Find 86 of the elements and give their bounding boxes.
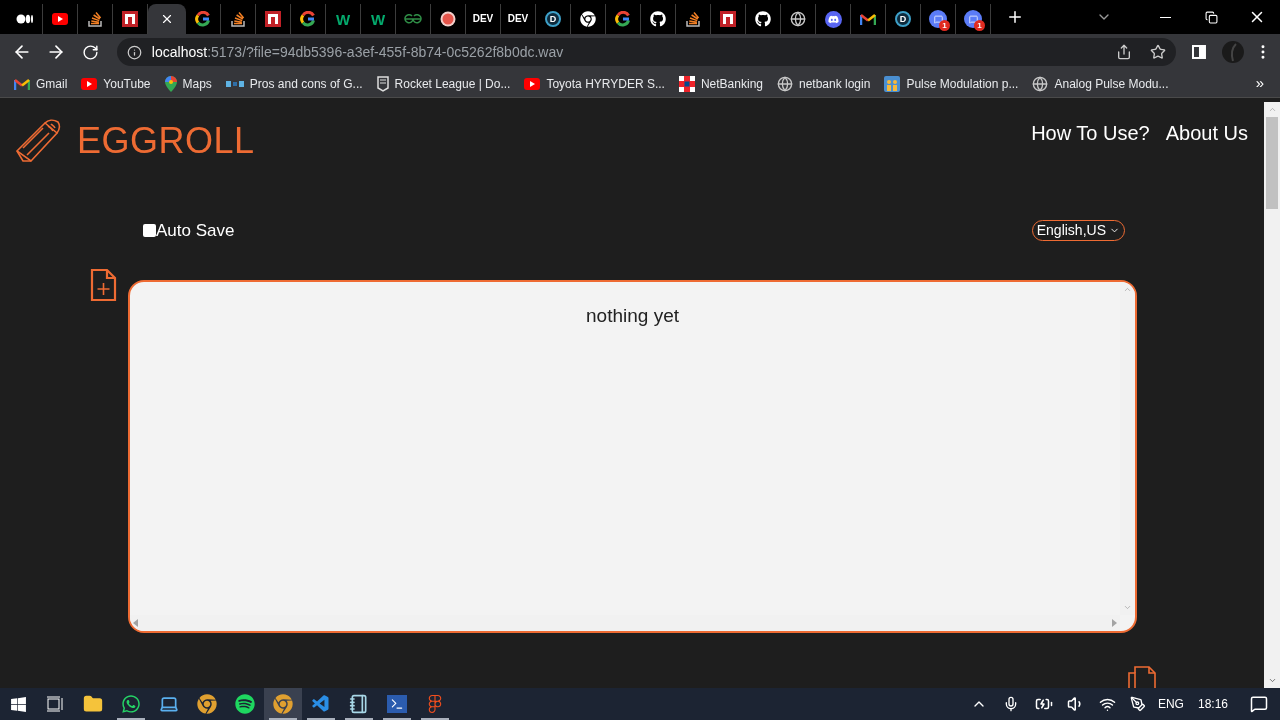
address-bar[interactable]: localhost:5173/?file=94db5396-a3ef-455f-8b74-0c5262f8b0dc.wav bbox=[116, 38, 1177, 66]
design-icon bbox=[426, 695, 444, 713]
play-icon bbox=[52, 13, 68, 25]
notification-badge: 1 bbox=[974, 20, 985, 31]
cat-icon bbox=[650, 11, 666, 27]
loops-icon bbox=[404, 14, 422, 24]
g-icon bbox=[300, 11, 316, 27]
bank-icon bbox=[678, 75, 695, 92]
play-icon bbox=[524, 77, 541, 90]
auto-save-checkbox[interactable] bbox=[143, 224, 156, 238]
n-tile-icon bbox=[122, 11, 138, 27]
pen-icon[interactable] bbox=[1129, 696, 1146, 712]
browser-icon bbox=[197, 694, 217, 714]
page-scrollbar[interactable] bbox=[1264, 102, 1280, 688]
cat-icon bbox=[755, 11, 771, 27]
scrollbar-thumb[interactable] bbox=[1266, 117, 1278, 209]
close-icon bbox=[160, 12, 174, 26]
plus-icon bbox=[1006, 8, 1024, 26]
shield-icon bbox=[376, 75, 389, 92]
url-text: localhost:5173/?file=94db5396-a3ef-455f-8b74-0c5262f8b0dc.wav bbox=[151, 42, 564, 62]
bookmark-link[interactable]: Maps bbox=[164, 74, 212, 93]
bookmark-link[interactable]: Analog Pulse Modu... bbox=[1032, 74, 1169, 93]
notification-badge: 1 bbox=[939, 20, 950, 31]
side-panel-icon[interactable] bbox=[1192, 45, 1207, 59]
bookmark-link[interactable]: Gmail bbox=[14, 74, 68, 93]
bookmark-link[interactable]: YouTube bbox=[81, 74, 151, 93]
notifications-icon[interactable] bbox=[1250, 695, 1268, 713]
aperture-icon bbox=[580, 11, 596, 27]
chat-bubble-icon bbox=[121, 694, 141, 714]
logo-text: EGGROLL bbox=[77, 119, 255, 163]
hexagon-logo: D bbox=[895, 11, 911, 27]
stack-icon bbox=[231, 11, 245, 27]
stack-icon bbox=[88, 11, 102, 27]
globe-icon bbox=[790, 11, 806, 27]
code-editor-icon bbox=[311, 694, 331, 714]
more-bookmarks-button[interactable]: » bbox=[1255, 72, 1264, 95]
nav-link[interactable]: How To Use? bbox=[1031, 118, 1150, 148]
map-pin-icon bbox=[164, 75, 177, 92]
clock-time[interactable]: 18:16 bbox=[1197, 695, 1228, 713]
star-icon[interactable] bbox=[1150, 44, 1167, 60]
record-icon bbox=[440, 11, 456, 27]
chat-icon bbox=[968, 14, 978, 24]
controller-icon bbox=[824, 10, 842, 28]
nav-link[interactable]: About Us bbox=[1165, 118, 1248, 148]
folder-icon bbox=[83, 694, 103, 714]
g-icon bbox=[195, 11, 211, 27]
input-language[interactable]: ENG bbox=[1157, 695, 1184, 713]
globe-icon bbox=[777, 75, 793, 92]
boxes-icon bbox=[225, 79, 244, 88]
laptop-icon bbox=[159, 694, 179, 714]
share-icon[interactable] bbox=[1116, 44, 1133, 60]
browser-icon bbox=[273, 694, 293, 714]
dots-icon bbox=[16, 14, 34, 24]
info-icon bbox=[126, 44, 142, 60]
auto-save-label: Auto Save bbox=[156, 220, 235, 242]
restore-icon bbox=[1204, 10, 1218, 24]
sound-waves-icon bbox=[235, 694, 255, 714]
g-icon bbox=[615, 11, 631, 27]
bookmark-link[interactable]: Pros and cons of G... bbox=[225, 74, 363, 93]
notebook-icon bbox=[349, 694, 369, 714]
bookmark-link[interactable]: Toyota HYRYDER S... bbox=[524, 74, 665, 93]
n-tile-icon bbox=[265, 11, 281, 27]
minimize-icon bbox=[1159, 16, 1171, 18]
m-icon bbox=[14, 77, 30, 90]
hexagon-logo: D bbox=[545, 11, 561, 27]
windows-icon bbox=[9, 695, 27, 713]
n-tile-icon bbox=[720, 11, 736, 27]
bookmark-link[interactable]: netbank login bbox=[777, 74, 871, 93]
empty-message: nothing yet bbox=[586, 303, 679, 328]
reload-icon[interactable] bbox=[81, 43, 99, 61]
add-file-icon[interactable] bbox=[90, 267, 117, 302]
letter-logo: W bbox=[370, 11, 386, 27]
chat-icon bbox=[933, 14, 943, 24]
globe-icon bbox=[1032, 75, 1049, 92]
m-icon bbox=[860, 13, 876, 25]
task-view-icon bbox=[46, 696, 64, 712]
letter-logo: W bbox=[335, 11, 351, 27]
stack-icon bbox=[686, 11, 700, 27]
scroll-down-icon[interactable] bbox=[1267, 676, 1277, 685]
taskbar-app[interactable] bbox=[264, 688, 302, 720]
terminal-icon bbox=[387, 695, 407, 713]
people-icon bbox=[884, 75, 901, 92]
play-icon bbox=[81, 77, 98, 90]
bookmark-link[interactable]: Rocket League | Do... bbox=[376, 74, 511, 93]
bookmark-link[interactable]: Pulse Modulation p... bbox=[884, 74, 1019, 93]
bookmark-link[interactable]: NetBanking bbox=[678, 74, 763, 93]
